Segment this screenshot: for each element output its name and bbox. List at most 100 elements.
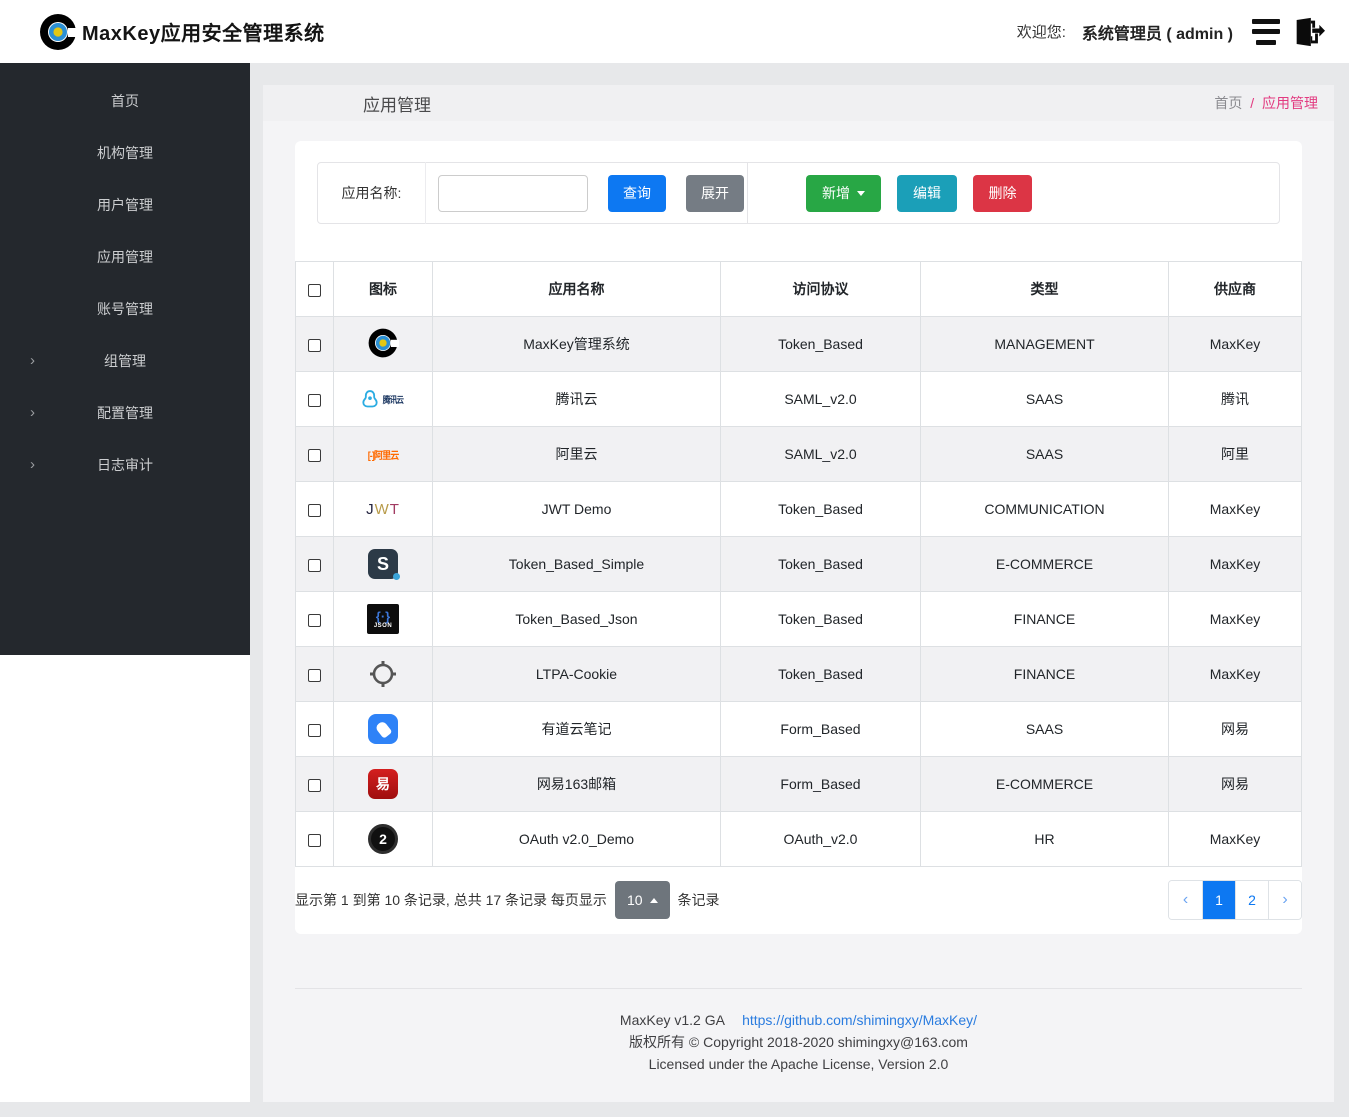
breadcrumb-separator: /: [1250, 95, 1255, 111]
sidebar-item-apps[interactable]: 应用管理: [0, 231, 250, 283]
s-letter-text: S: [368, 549, 400, 580]
row-checkbox[interactable]: [308, 833, 321, 847]
row-checkbox[interactable]: [308, 338, 321, 352]
sidebar-item-audit[interactable]: › 日志审计: [0, 439, 250, 491]
sidebar-nav: 首页 机构管理 用户管理 应用管理 账号管理 › 组管理 › 配置管理 › 日志…: [0, 63, 250, 655]
github-link[interactable]: https://github.com/shimingxy/MaxKey/: [742, 1012, 977, 1028]
sidebar-item-org[interactable]: 机构管理: [0, 127, 250, 179]
select-all-checkbox[interactable]: [308, 283, 321, 297]
maxkey-logo-icon: [40, 13, 78, 50]
ltpa-target-icon: [368, 657, 398, 691]
sidebar-item-label: 首页: [111, 93, 139, 109]
app-protocol: Token_Based: [720, 591, 921, 647]
app-vendor: 阿里: [1168, 426, 1302, 482]
page-size-select[interactable]: 10: [614, 881, 670, 919]
app-title: MaxKey应用安全管理系统: [82, 23, 325, 45]
breadcrumb-home-link[interactable]: 首页: [1214, 95, 1242, 111]
query-button[interactable]: 查询: [608, 174, 666, 212]
prev-page-button[interactable]: ‹: [1169, 881, 1202, 919]
add-button[interactable]: 新增: [806, 174, 881, 212]
col-header-vendor: 供应商: [1168, 261, 1302, 317]
app-vendor: MaxKey: [1168, 481, 1302, 537]
delete-button[interactable]: 删除: [973, 174, 1032, 212]
youdao-note-icon: [368, 712, 398, 746]
pagination-summary: 显示第 1 到第 10 条记录, 总共 17 条记录 每页显示: [295, 892, 607, 908]
app-type: E-COMMERCE: [920, 756, 1169, 812]
add-button-label: 新增: [822, 185, 850, 201]
page-title: 应用管理: [363, 95, 431, 115]
jwt-letter: J: [366, 500, 375, 518]
app-vendor: 网易: [1168, 756, 1302, 812]
row-checkbox[interactable]: [308, 778, 321, 792]
app-vendor: 腾讯: [1168, 371, 1302, 427]
jwt-letter: T: [389, 500, 400, 518]
row-checkbox[interactable]: [308, 393, 321, 407]
app-vendor: MaxKey: [1168, 646, 1302, 702]
col-header-type: 类型: [920, 261, 1169, 317]
app-protocol: OAuth_v2.0: [720, 811, 921, 867]
app-protocol: Token_Based: [720, 481, 921, 537]
welcome-label: 欢迎您:: [1016, 24, 1066, 41]
sidebar-item-accounts[interactable]: 账号管理: [0, 283, 250, 335]
page-header-bar: 应用管理 首页 / 应用管理: [263, 85, 1334, 121]
json-braces: {·}: [375, 608, 391, 624]
app-vendor: MaxKey: [1168, 316, 1302, 372]
app-type: E-COMMERCE: [920, 536, 1169, 592]
app-name-input[interactable]: [438, 174, 588, 212]
edit-button[interactable]: 编辑: [897, 174, 957, 212]
menu-lines-icon[interactable]: [1251, 18, 1281, 45]
footer: MaxKey v1.2 GA https://github.com/shimin…: [295, 988, 1302, 1072]
table-row: S Token_Based_Simple Token_Based E-COMME…: [295, 536, 1302, 592]
sidebar-item-label: 用户管理: [97, 197, 153, 213]
aliyun-icon-text: [-]阿里云: [367, 450, 399, 462]
caret-down-icon: [857, 190, 865, 196]
pagination-summary-suffix: 条记录: [677, 892, 720, 908]
app-name-label: 应用名称:: [318, 162, 426, 224]
aliyun-icon: [-]阿里云: [366, 437, 400, 471]
table-row: [-]阿里云 阿里云 SAML_v2.0 SAAS 阿里: [295, 426, 1302, 482]
table-row: 易 网易163邮箱 Form_Based E-COMMERCE 网易: [295, 756, 1302, 812]
main-column: 应用管理 首页 / 应用管理 应用名称: 查询 展开 新增 编辑 删除 图标 应…: [250, 63, 1349, 1102]
sidebar-item-config[interactable]: › 配置管理: [0, 387, 250, 439]
app-vendor: MaxKey: [1168, 536, 1302, 592]
app-protocol: Token_Based: [720, 316, 921, 372]
table-row: J W T JWT Demo Token_Based COMMUNICATION…: [295, 481, 1302, 537]
row-checkbox[interactable]: [308, 558, 321, 572]
sidebar-item-label: 配置管理: [97, 405, 153, 421]
footer-copyright: 版权所有 © Copyright 2018-2020 shimingxy@163…: [629, 1034, 968, 1050]
col-header-protocol: 访问协议: [720, 261, 921, 317]
jwt-icon: J W T: [366, 492, 400, 526]
app-name: MaxKey管理系统: [432, 316, 721, 372]
caret-up-icon: [649, 897, 658, 903]
breadcrumb: 首页 / 应用管理: [1214, 93, 1318, 113]
app-type: FINANCE: [920, 591, 1169, 647]
row-checkbox[interactable]: [308, 503, 321, 517]
sidebar-item-groups[interactable]: › 组管理: [0, 335, 250, 387]
oauth2-icon: 2: [368, 822, 398, 856]
sidebar-item-users[interactable]: 用户管理: [0, 179, 250, 231]
row-checkbox[interactable]: [308, 668, 321, 682]
expand-button[interactable]: 展开: [686, 174, 744, 212]
row-checkbox[interactable]: [308, 723, 321, 737]
sidebar-item-label: 组管理: [104, 353, 146, 369]
logout-icon[interactable]: [1291, 15, 1325, 49]
sidebar-item-home[interactable]: 首页: [0, 75, 250, 127]
table-header-row: 图标 应用名称 访问协议 类型 供应商: [295, 261, 1302, 317]
row-checkbox[interactable]: [308, 448, 321, 462]
app-protocol: Token_Based: [720, 646, 921, 702]
tencent-cloud-icon: 腾讯云: [360, 382, 405, 416]
sidebar-item-label: 日志审计: [97, 457, 153, 473]
row-checkbox[interactable]: [308, 613, 321, 627]
next-page-button[interactable]: ›: [1268, 881, 1301, 919]
search-panel: 应用名称: 查询 展开 新增 编辑 删除: [317, 162, 1280, 224]
col-header-icon: 图标: [333, 261, 433, 317]
app-protocol: Form_Based: [720, 756, 921, 812]
page-button-1[interactable]: 1: [1202, 881, 1235, 919]
page-button-2[interactable]: 2: [1235, 881, 1268, 919]
json-label: JSON: [373, 622, 393, 629]
s-letter-icon: S: [368, 547, 400, 581]
app-vendor: MaxKey: [1168, 811, 1302, 867]
app-name: JWT Demo: [432, 481, 721, 537]
app-name: 腾讯云: [432, 371, 721, 427]
table-row: 腾讯云 腾讯云 SAML_v2.0 SAAS 腾讯: [295, 371, 1302, 427]
